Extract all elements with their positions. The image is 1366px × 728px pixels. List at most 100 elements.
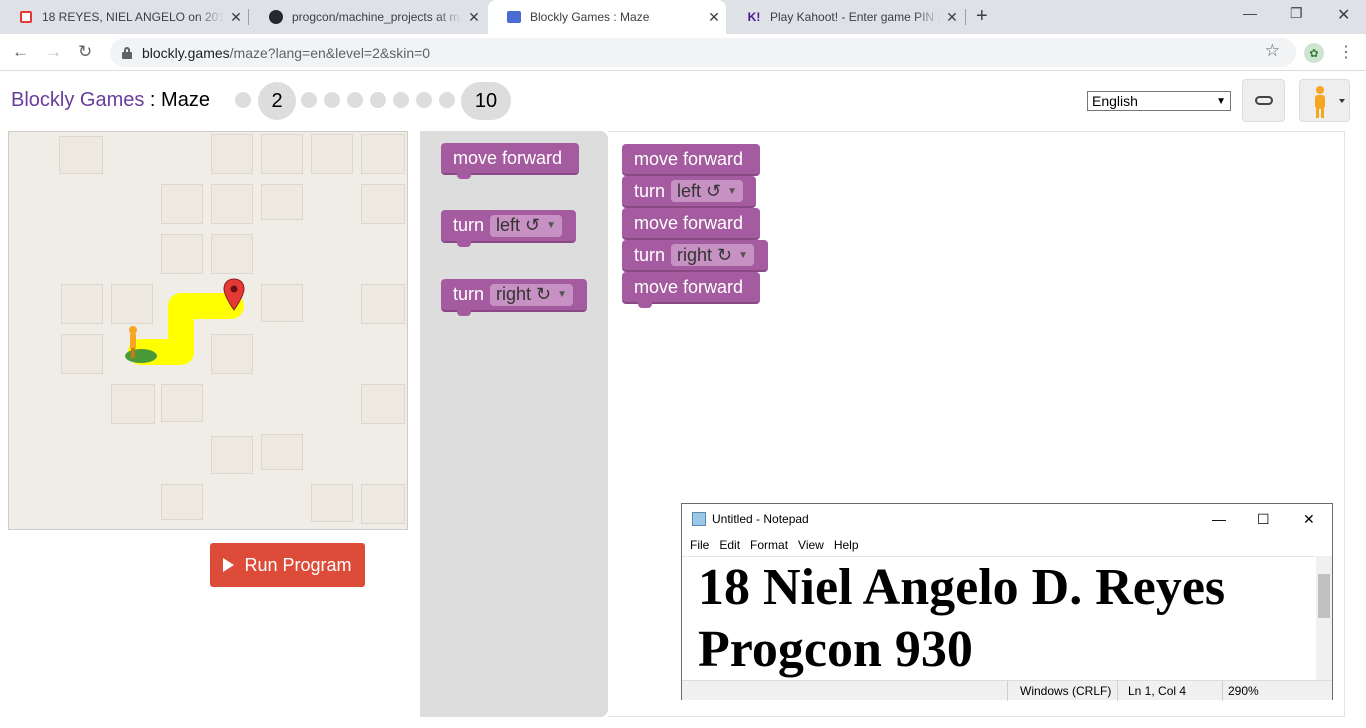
tab-title: progcon/machine_projects at ma xyxy=(292,10,462,24)
toolbox-move-forward-block[interactable]: move forward xyxy=(441,143,579,179)
dropdown-arrow-icon: ▼ xyxy=(557,289,568,300)
tab-blockly-maze[interactable]: Blockly Games : Maze ✕ xyxy=(488,0,726,34)
close-tab-icon[interactable]: ✕ xyxy=(462,9,486,26)
turn-direction-dropdown[interactable]: left ↺ ▼ xyxy=(671,180,744,202)
level-10[interactable]: 10 xyxy=(461,82,511,120)
menu-help[interactable]: Help xyxy=(834,538,859,552)
restore-window-icon[interactable]: ❐ xyxy=(1290,5,1303,22)
game-name: Maze xyxy=(161,89,210,111)
language-value: English xyxy=(1092,93,1138,109)
maze-path xyxy=(125,293,244,365)
level-3-dot[interactable] xyxy=(301,92,317,108)
notepad-menubar: File Edit Format View Help xyxy=(682,534,1332,556)
github-icon xyxy=(268,9,284,25)
maze-canvas xyxy=(8,131,408,530)
program-block-move-forward[interactable]: move forward xyxy=(622,208,760,240)
link-button[interactable] xyxy=(1242,79,1285,122)
toolbox-turn-left-block[interactable]: turn left ↺ ▼ xyxy=(441,210,576,247)
block-label: turn xyxy=(634,244,666,265)
scrollbar-thumb[interactable] xyxy=(1318,574,1330,618)
level-current[interactable]: 2 xyxy=(258,82,296,120)
tab-separator xyxy=(248,9,249,25)
text-line-1: 18 Niel Angelo D. Reyes xyxy=(698,559,1226,616)
tab-title: Blockly Games : Maze xyxy=(530,10,650,24)
dropdown-value: right ↻ xyxy=(496,284,552,304)
notepad-icon xyxy=(692,512,706,526)
program-block-move-forward[interactable]: move forward xyxy=(622,144,760,176)
bookmark-star-icon[interactable]: ☆ xyxy=(1265,41,1280,61)
kahoot-icon: K! xyxy=(747,10,761,24)
vertical-scrollbar[interactable] xyxy=(1316,556,1332,680)
minimize-window-icon[interactable]: — xyxy=(1243,5,1257,21)
menu-edit[interactable]: Edit xyxy=(719,538,740,552)
status-encoding: Windows (CRLF) xyxy=(1020,684,1112,698)
lock-icon xyxy=(122,46,132,59)
level-5-dot[interactable] xyxy=(347,92,363,108)
turn-direction-dropdown[interactable]: right ↻ ▼ xyxy=(490,283,574,306)
close-tab-icon[interactable]: ✕ xyxy=(702,9,726,26)
status-divider xyxy=(1117,681,1118,701)
notepad-titlebar[interactable]: Untitled - Notepad xyxy=(682,504,1332,534)
turn-direction-dropdown[interactable]: left ↺ ▼ xyxy=(490,214,563,237)
dropdown-value: right ↻ xyxy=(677,244,733,265)
close-window-icon[interactable]: ✕ xyxy=(1337,5,1350,25)
tab-title: 18 REYES, NIEL ANGELO on 2019 xyxy=(42,10,224,24)
minimize-icon[interactable]: — xyxy=(1212,511,1226,527)
dropdown-value: left ↺ xyxy=(496,215,541,235)
toolbox-turn-right-block[interactable]: turn right ↻ ▼ xyxy=(441,279,587,316)
notepad-text-area[interactable]: 18 Niel Angelo D. Reyes Progcon 930 xyxy=(682,556,1315,680)
language-select[interactable]: English ▼ xyxy=(1087,91,1231,111)
close-tab-icon[interactable]: ✕ xyxy=(224,9,248,26)
dropdown-arrow-icon: ▼ xyxy=(727,185,738,197)
pegman-icon xyxy=(1315,86,1345,118)
notepad-title: Untitled - Notepad xyxy=(712,512,809,526)
new-tab-icon[interactable]: + xyxy=(976,5,988,28)
pegman-button[interactable] xyxy=(1299,79,1350,122)
dropdown-arrow-icon: ▼ xyxy=(738,249,749,261)
level-number: 2 xyxy=(271,89,283,112)
extension-icon[interactable]: ✿ xyxy=(1304,43,1324,63)
tab-classroom[interactable]: 18 REYES, NIEL ANGELO on 2019 ✕ xyxy=(0,0,248,34)
block-label: turn xyxy=(453,284,485,304)
block-label: move forward xyxy=(634,212,744,233)
forward-arrow-icon[interactable]: → xyxy=(45,42,62,62)
block-label: turn xyxy=(453,215,485,235)
level-4-dot[interactable] xyxy=(324,92,340,108)
back-arrow-icon[interactable]: ← xyxy=(12,42,29,62)
tab-github[interactable]: progcon/machine_projects at ma ✕ xyxy=(250,0,486,34)
page-title: Blockly Games : Maze xyxy=(11,89,210,112)
level-6-dot[interactable] xyxy=(370,92,386,108)
maximize-icon[interactable]: ☐ xyxy=(1257,511,1270,528)
level-1-dot[interactable] xyxy=(235,92,251,108)
dropdown-value: left ↺ xyxy=(677,180,722,201)
program-block-turn-right[interactable]: turn right ↻ ▼ xyxy=(622,240,768,272)
level-9-dot[interactable] xyxy=(439,92,455,108)
turn-direction-dropdown[interactable]: right ↻ ▼ xyxy=(671,244,755,266)
tab-title: Play Kahoot! - Enter game PIN he xyxy=(770,10,940,24)
block-label: move forward xyxy=(634,148,744,169)
address-bar[interactable]: blockly.games/maze?lang=en&level=2&skin=… xyxy=(110,38,1296,67)
level-7-dot[interactable] xyxy=(393,92,409,108)
run-program-button[interactable]: Run Program xyxy=(210,543,365,587)
app-name-link[interactable]: Blockly Games xyxy=(11,89,144,111)
browser-menu-icon[interactable]: ⋮ xyxy=(1338,42,1354,62)
reload-icon[interactable]: ↻ xyxy=(78,42,92,62)
level-8-dot[interactable] xyxy=(416,92,432,108)
level-number: 10 xyxy=(474,89,498,112)
menu-file[interactable]: File xyxy=(690,538,709,552)
run-program-label: Run Program xyxy=(244,554,352,575)
tab-kahoot[interactable]: K! Play Kahoot! - Enter game PIN he ✕ xyxy=(728,0,964,34)
menu-view[interactable]: View xyxy=(798,538,824,552)
browser-toolbar: ← → ↻ blockly.games/maze?lang=en&level=2… xyxy=(0,34,1366,71)
menu-format[interactable]: Format xyxy=(750,538,788,552)
dropdown-arrow-icon: ▼ xyxy=(546,220,557,231)
close-icon[interactable]: ✕ xyxy=(1303,511,1315,528)
link-icon xyxy=(1254,96,1273,105)
tab-separator xyxy=(965,9,966,25)
program-block-move-forward[interactable]: move forward xyxy=(622,272,760,308)
program-block-turn-left[interactable]: turn left ↺ ▼ xyxy=(622,176,756,208)
map-marker-icon xyxy=(223,278,245,311)
block-label: move forward xyxy=(453,147,563,168)
play-icon xyxy=(223,558,235,572)
close-tab-icon[interactable]: ✕ xyxy=(940,9,964,26)
